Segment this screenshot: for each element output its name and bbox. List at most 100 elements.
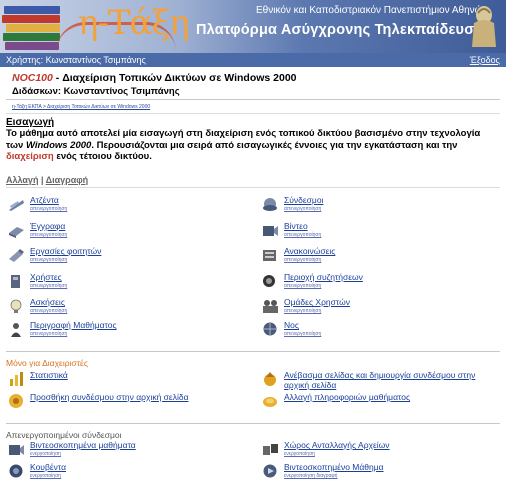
description-icon: [11, 323, 21, 337]
add-link-icon: [9, 394, 23, 408]
intro-text-part: . Περουσιάζονται μια σειρά από εισαγωγικ…: [91, 139, 458, 151]
tool-name[interactable]: Έγγραφα: [30, 221, 65, 231]
tool-users[interactable]: Χρήστες απενεργοποίηση: [8, 272, 238, 294]
divider: [6, 351, 500, 352]
header-banner: η-Τάξη Εθνικόν και Καποδιστριακόν Πανεπι…: [0, 0, 506, 53]
tool-name[interactable]: Κουβέντα: [30, 462, 66, 472]
platform-title: Πλατφόρμα Ασύγχρονης Τηλεκπαίδευσης: [196, 22, 492, 38]
course-info-icon: [263, 397, 277, 407]
tool-name[interactable]: Περιγραφή Μαθήματος: [30, 320, 117, 330]
tool-name[interactable]: Ατζέντα: [30, 195, 59, 205]
tool-activate-link[interactable]: ενεργοποίηση διαγραφή: [284, 473, 337, 479]
books-logo-icon: [2, 2, 62, 50]
tool-assignments[interactable]: Εργασίες φοιτητών απενεργοποίηση: [8, 246, 238, 268]
tool-name[interactable]: Νος: [284, 320, 299, 330]
statistics-icon: [10, 372, 23, 386]
tool-exercises[interactable]: Ασκήσεις απενεργοποίηση: [8, 297, 238, 319]
admin-item-label[interactable]: Ανέβασμα σελίδας και δημιουργία συνδέσμο…: [284, 370, 502, 390]
tool-documents[interactable]: Έγγραφα απενεργοποίηση: [8, 221, 238, 243]
tool-name[interactable]: Ομάδες Χρηστών: [284, 297, 350, 307]
breadcrumb: η-Τάξη ΕΚΠΑ > Διαχείριση Τοπικών Δικτύων…: [12, 104, 150, 110]
tool-announcements[interactable]: Ανακοινώσεις απενεργοποίηση: [262, 246, 492, 268]
divider: [6, 113, 500, 114]
tool-deactivate-link[interactable]: απενεργοποίηση: [284, 257, 321, 263]
intro-text-highlight: διαχείριση: [6, 151, 54, 162]
tool-forum[interactable]: Περιοχή συζητήσεων απενεργοποίηση: [262, 272, 492, 294]
statue-icon: [472, 6, 496, 47]
inactive-file-exchange[interactable]: Χώρος Ανταλλαγής Αρχείων ενεργοποίηση: [262, 440, 492, 462]
tool-deactivate-link[interactable]: απενεργοποίηση: [284, 206, 321, 212]
admin-add-link[interactable]: Προσθήκη συνδέσμου στην αρχική σελίδα: [8, 391, 248, 417]
admin-item-label[interactable]: Προσθήκη συνδέσμου στην αρχική σελίδα: [30, 392, 189, 402]
delete-link[interactable]: Διαγραφή: [46, 175, 89, 185]
course-name: - Διαχείριση Τοπικών Δικτύων σε Windows …: [52, 72, 297, 84]
tool-name[interactable]: Σύνδεσμοι: [284, 195, 323, 205]
admin-item-label[interactable]: Αλλαγή πληροφοριών μαθήματος: [284, 392, 410, 402]
tool-name[interactable]: Βιντεοσκοπημένα μαθήματα: [30, 440, 136, 450]
intro-heading: Εισαγωγή: [6, 117, 55, 128]
tool-deactivate-link[interactable]: απενεργοποίηση: [284, 308, 321, 314]
breadcrumb-current[interactable]: Διαχείριση Τοπικών Δικτύων σε Windows 20…: [47, 104, 150, 110]
tool-name[interactable]: Περιοχή συζητήσεων: [284, 272, 363, 282]
inactive-chat[interactable]: Κουβέντα ενεργοποίηση: [8, 462, 238, 484]
logo-text: η-Τάξη: [78, 3, 190, 43]
tool-activate-link[interactable]: ενεργοποίηση: [30, 473, 61, 479]
documents-icon: [9, 227, 24, 238]
tool-deactivate-link[interactable]: απενεργοποίηση: [30, 206, 67, 212]
tool-activate-link[interactable]: ενεργοποίηση: [30, 451, 61, 457]
tool-deactivate-link[interactable]: απενεργοποίηση: [30, 232, 67, 238]
tool-deactivate-link[interactable]: απενεργοποίηση: [30, 283, 67, 289]
announcements-icon: [263, 250, 276, 261]
admin-section-heading: Μόνο για Διαχειριστές: [6, 358, 88, 368]
tool-deactivate-link[interactable]: απενεργοποίηση: [30, 308, 67, 314]
agenda-icon: [9, 200, 24, 211]
groups-icon: [263, 300, 278, 313]
admin-course-info[interactable]: Αλλαγή πληροφοριών μαθήματος: [262, 391, 502, 417]
tool-deactivate-link[interactable]: απενεργοποίηση: [284, 232, 321, 238]
file-exchange-icon: [263, 444, 278, 455]
tool-name[interactable]: Χρήστες: [30, 272, 62, 282]
divider: [6, 423, 500, 424]
tool-name[interactable]: Βίντεο: [284, 221, 308, 231]
tool-video[interactable]: Βίντεο απενεργοποίηση: [262, 221, 492, 243]
assignments-icon: [9, 249, 24, 262]
tool-groups[interactable]: Ομάδες Χρηστών απενεργοποίηση: [262, 297, 492, 319]
edit-links: Αλλαγή | Διαγραφή: [6, 175, 88, 185]
edit-links-separator: |: [38, 175, 46, 185]
admin-item-label[interactable]: Στατιστικά: [30, 370, 68, 380]
tool-deactivate-link[interactable]: απενεργοποίηση: [284, 331, 321, 337]
logout-link[interactable]: Έξοδος: [470, 55, 500, 65]
tool-globe[interactable]: Νος απενεργοποίηση: [262, 320, 492, 342]
tool-links[interactable]: Σύνδεσμοι απενεργοποίηση: [262, 195, 492, 217]
tool-name[interactable]: Ανακοινώσεις: [284, 246, 335, 256]
course-title: NOC100 - Διαχείριση Τοπικών Δικτύων σε W…: [12, 72, 297, 84]
tool-name[interactable]: Χώρος Ανταλλαγής Αρχείων: [284, 440, 390, 450]
breadcrumb-home[interactable]: η-Τάξη ΕΚΠΑ: [12, 104, 42, 110]
divider: [6, 99, 500, 100]
upload-page-icon: [264, 372, 276, 386]
tool-name[interactable]: Βιντεοσκοπημένο Μάθημα: [284, 462, 384, 472]
tool-deactivate-link[interactable]: απενεργοποίηση: [30, 257, 67, 263]
tool-description[interactable]: Περιγραφή Μαθήματος απενεργοποίηση: [8, 320, 238, 342]
intro-text: Το μάθημα αυτό αποτελεί μία εισαγωγή στη…: [6, 128, 498, 163]
divider: [6, 187, 500, 188]
globe-icon: [263, 322, 277, 336]
tool-agenda[interactable]: Ατζέντα απενεργοποίηση: [8, 195, 238, 217]
intro-text-italic: Windows 2000: [25, 139, 92, 151]
inactive-recorded-lesson[interactable]: Βιντεοσκοπημένο Μάθημα ενεργοποίηση διαγ…: [262, 462, 492, 484]
tool-deactivate-link[interactable]: απενεργοποίηση: [30, 331, 67, 337]
edit-link[interactable]: Αλλαγή: [6, 175, 38, 185]
recorded-lessons-icon: [9, 445, 24, 455]
current-user: Χρήστης: Κωνσταντίνος Τσιμπάνης: [6, 55, 146, 65]
tool-activate-link[interactable]: ενεργοποίηση: [284, 451, 315, 457]
tool-deactivate-link[interactable]: απενεργοποίηση: [284, 283, 321, 289]
links-icon: [263, 198, 277, 211]
recorded-lesson-icon: [263, 464, 277, 478]
intro-text-part: ενός τέτοιου δικτύου.: [53, 151, 152, 162]
tool-name[interactable]: Εργασίες φοιτητών: [30, 246, 101, 256]
exercises-icon: [10, 299, 22, 313]
tool-name[interactable]: Ασκήσεις: [30, 297, 65, 307]
university-name: Εθνικόν και Καποδιστριακόν Πανεπιστήμιον…: [256, 5, 488, 16]
inactive-recorded-lessons[interactable]: Βιντεοσκοπημένα μαθήματα ενεργοποίηση: [8, 440, 238, 462]
video-icon: [263, 226, 278, 236]
